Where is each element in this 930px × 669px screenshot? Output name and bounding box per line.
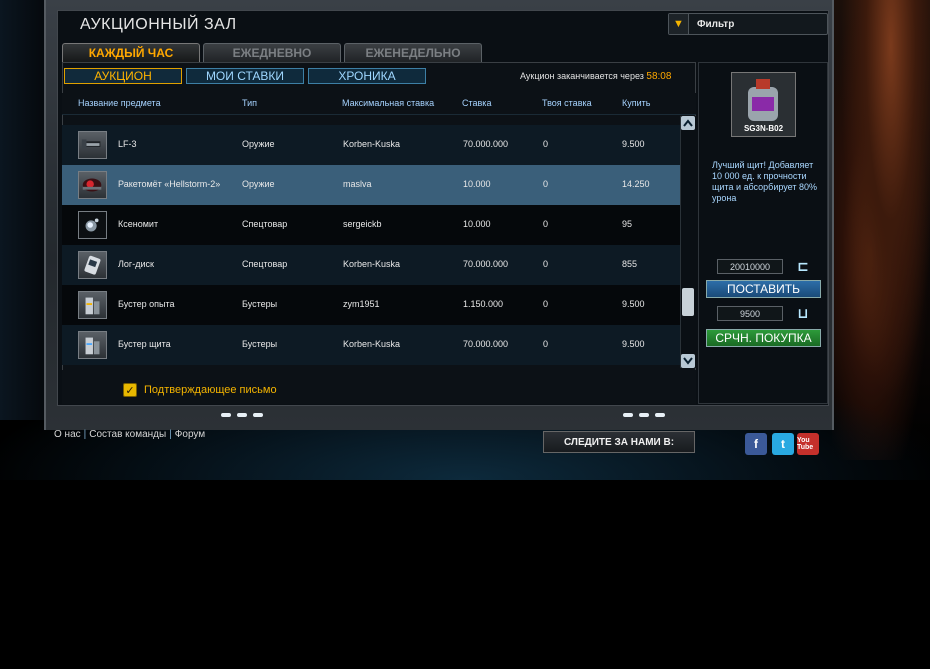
laser-cannon-icon bbox=[78, 131, 107, 159]
item-name: Ракетомёт «Hellstorm-2» bbox=[118, 179, 221, 189]
subtab-my-bids[interactable]: МОИ СТАВКИ bbox=[186, 68, 304, 84]
item-max-bidder: Korben-Kuska bbox=[343, 259, 401, 269]
link-team[interactable]: Состав команды bbox=[89, 429, 166, 440]
scroll-down-button[interactable] bbox=[681, 354, 695, 368]
background-left bbox=[0, 0, 44, 420]
item-type: Оружие bbox=[242, 179, 275, 189]
filter-dropdown[interactable]: ▼ Фильтр bbox=[668, 13, 828, 35]
buy-amount-field: 9500 bbox=[717, 306, 783, 321]
item-bid: 10.000 bbox=[463, 179, 491, 189]
column-header-bid[interactable]: Ставка bbox=[462, 98, 491, 108]
xenomit-icon bbox=[78, 211, 107, 239]
subtab-auction[interactable]: АУКЦИОН bbox=[64, 68, 182, 84]
cart-icon: ⊔ bbox=[797, 304, 809, 321]
item-buy-price: 9.500 bbox=[622, 139, 645, 149]
item-max-bidder: Korben-Kuska bbox=[343, 139, 401, 149]
frame-lights-right bbox=[614, 408, 674, 422]
item-type: Бустеры bbox=[242, 339, 278, 349]
item-buy-price: 855 bbox=[622, 259, 638, 269]
item-your-bid: 0 bbox=[543, 259, 549, 269]
item-max-bidder: maslva bbox=[343, 179, 372, 189]
item-name: Лог-диск bbox=[118, 259, 154, 269]
item-bid: 1.150.000 bbox=[463, 299, 504, 309]
booster-icon bbox=[78, 291, 107, 319]
item-buy-price: 9.500 bbox=[622, 299, 645, 309]
scroll-thumb[interactable] bbox=[682, 288, 694, 316]
auction-end-timer: Аукцион заканчивается через 58:08 bbox=[520, 71, 671, 82]
item-your-bid: 0 bbox=[543, 139, 549, 149]
table-header: Название предмета Тип Максимальная ставк… bbox=[62, 93, 696, 115]
table-row[interactable]: Ксеномит Спецтовар sergeickb 10.000 0 95 bbox=[62, 205, 680, 245]
twitter-icon[interactable]: t bbox=[772, 433, 794, 455]
item-your-bid: 0 bbox=[543, 179, 549, 189]
item-max-bidder: Korben-Kuska bbox=[343, 339, 401, 349]
item-portrait-name: SG3N-B02 bbox=[743, 124, 784, 133]
booster-icon bbox=[78, 331, 107, 359]
table-row[interactable]: Бустер опыта Бустеры zym1951 1.150.000 0… bbox=[62, 285, 680, 325]
item-bid: 70.000.000 bbox=[463, 339, 509, 349]
item-your-bid: 0 bbox=[543, 299, 549, 309]
column-header-your-bid[interactable]: Твоя ставка bbox=[542, 98, 592, 108]
link-about[interactable]: О нас bbox=[54, 429, 81, 440]
tab-daily[interactable]: ЕЖЕДНЕВНО bbox=[203, 43, 341, 62]
sub-tabs: АУКЦИОН МОИ СТАВКИ ХРОНИКА bbox=[64, 68, 426, 84]
table-row-selected[interactable]: Ракетомёт «Hellstorm-2» Оружие maslva 10… bbox=[62, 165, 680, 205]
item-type: Оружие bbox=[242, 139, 275, 149]
window-title: АУКЦИОННЫЙ ЗАЛ bbox=[80, 16, 237, 33]
item-type: Бустеры bbox=[242, 299, 278, 309]
refresh-icon[interactable]: ⊏ bbox=[793, 257, 813, 275]
chevron-down-icon bbox=[683, 357, 693, 365]
confirm-label: Подтверждающее письмо bbox=[144, 384, 277, 396]
tab-hourly[interactable]: КАЖДЫЙ ЧАС bbox=[62, 43, 200, 62]
auction-end-time: 58:08 bbox=[646, 71, 672, 82]
item-bid: 70.000.000 bbox=[463, 139, 509, 149]
item-name: Бустер щита bbox=[118, 339, 171, 349]
youtube-icon[interactable]: You Tube bbox=[797, 433, 819, 455]
auction-end-label: Аукцион заканчивается через bbox=[520, 71, 644, 81]
item-description: Лучший щит! Добавляет 10 000 ед. к прочн… bbox=[712, 160, 817, 203]
item-buy-price: 9.500 bbox=[622, 339, 645, 349]
bid-amount-input[interactable]: 20010000 bbox=[717, 259, 783, 274]
frame-lights-left bbox=[212, 408, 272, 422]
period-tabs: КАЖДЫЙ ЧАС ЕЖЕДНЕВНО ЕЖЕНЕДЕЛЬНО bbox=[62, 43, 482, 62]
item-buy-price: 95 bbox=[622, 219, 633, 229]
item-max-bidder: sergeickb bbox=[343, 219, 382, 229]
column-header-max-bid[interactable]: Максимальная ставка bbox=[342, 98, 434, 108]
check-icon: ✓ bbox=[125, 384, 135, 397]
item-max-bidder: zym1951 bbox=[343, 299, 380, 309]
item-type: Спецтовар bbox=[242, 259, 288, 269]
facebook-icon[interactable]: f bbox=[745, 433, 767, 455]
item-name: LF-3 bbox=[118, 139, 137, 149]
item-name: Бустер опыта bbox=[118, 299, 175, 309]
tab-weekly[interactable]: ЕЖЕНЕДЕЛЬНО bbox=[344, 43, 482, 62]
column-header-type[interactable]: Тип bbox=[242, 98, 257, 108]
item-name: Ксеномит bbox=[118, 219, 159, 229]
footer-links: О нас | Состав команды | Форум bbox=[54, 429, 206, 440]
item-buy-price: 14.250 bbox=[622, 179, 650, 189]
chevron-up-icon bbox=[683, 119, 693, 127]
confirm-checkbox[interactable]: ✓ bbox=[123, 383, 137, 397]
item-your-bid: 0 bbox=[543, 339, 549, 349]
filter-label: Фильтр bbox=[697, 18, 735, 30]
rocket-launcher-icon bbox=[78, 171, 107, 199]
item-type: Спецтовар bbox=[242, 219, 288, 229]
column-header-buy[interactable]: Купить bbox=[622, 98, 650, 108]
item-bid: 70.000.000 bbox=[463, 259, 509, 269]
column-header-name[interactable]: Название предмета bbox=[78, 98, 161, 108]
place-bid-button[interactable]: ПОСТАВИТЬ bbox=[706, 280, 821, 298]
logdisk-icon bbox=[78, 251, 107, 279]
scroll-up-button[interactable] bbox=[681, 116, 695, 130]
scrollbar[interactable] bbox=[680, 116, 696, 368]
follow-us-label: СЛЕДИТЕ ЗА НАМИ В: bbox=[543, 431, 695, 453]
item-bid: 10.000 bbox=[463, 219, 491, 229]
item-your-bid: 0 bbox=[543, 219, 549, 229]
chevron-down-icon: ▼ bbox=[669, 14, 689, 34]
subtab-history[interactable]: ХРОНИКА bbox=[308, 68, 426, 84]
table-row[interactable]: Бустер щита Бустеры Korben-Kuska 70.000.… bbox=[62, 325, 680, 365]
link-forum[interactable]: Форум bbox=[175, 429, 205, 440]
auction-table: LF-3 Оружие Korben-Kuska 70.000.000 0 9.… bbox=[62, 117, 680, 367]
instant-buy-button[interactable]: СРЧН. ПОКУПКА bbox=[706, 329, 821, 347]
table-row[interactable]: LF-3 Оружие Korben-Kuska 70.000.000 0 9.… bbox=[62, 125, 680, 165]
table-row[interactable]: Лог-диск Спецтовар Korben-Kuska 70.000.0… bbox=[62, 245, 680, 285]
